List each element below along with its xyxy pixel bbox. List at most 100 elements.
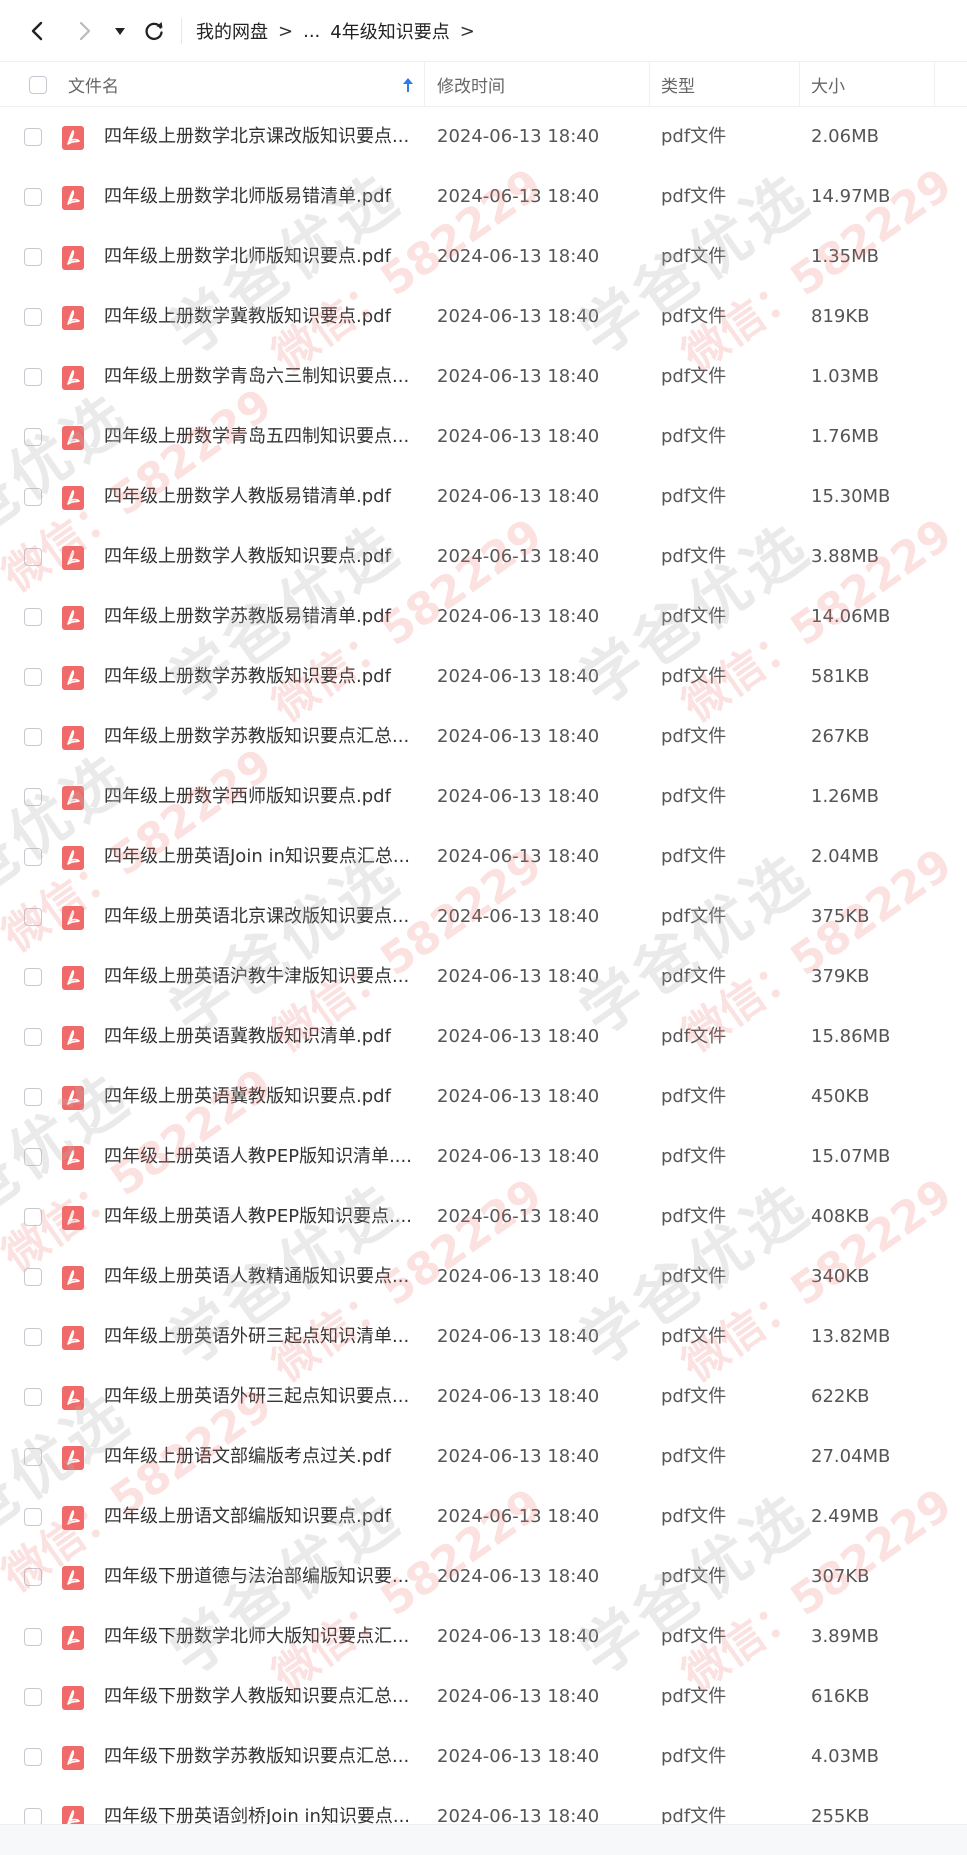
- file-name[interactable]: 四年级上册语文部编版考点过关.pdf: [104, 1427, 410, 1487]
- row-checkbox[interactable]: [24, 728, 42, 746]
- row-checkbox[interactable]: [24, 788, 42, 806]
- file-row[interactable]: 四年级上册语文部编版考点过关.pdf 2024-06-13 18:40 pdf文件 2…: [0, 1427, 967, 1487]
- file-row[interactable]: 四年级上册数学苏教版易错清单.pdf 2024-06-13 18:40 pdf文件 1…: [0, 587, 967, 647]
- file-name[interactable]: 四年级上册数学冀教版知识要点.pdf: [104, 287, 410, 347]
- file-row[interactable]: 四年级上册英语外研三起点知识要点.... 2024-06-13 18:40 pdf文…: [0, 1367, 967, 1427]
- column-type-header[interactable]: 类型: [661, 62, 695, 107]
- file-name[interactable]: 四年级上册数学人教版易错清单.pdf: [104, 467, 410, 527]
- row-checkbox[interactable]: [24, 1268, 42, 1286]
- breadcrumb-root[interactable]: 我的网盘: [196, 18, 268, 44]
- file-name[interactable]: 四年级上册语文部编版知识要点.pdf: [104, 1487, 410, 1547]
- file-row[interactable]: 四年级上册数学人教版易错清单.pdf 2024-06-13 18:40 pdf文件 1…: [0, 467, 967, 527]
- row-checkbox[interactable]: [24, 488, 42, 506]
- column-divider[interactable]: [424, 62, 425, 107]
- file-row[interactable]: 四年级上册英语冀教版知识要点.pdf 2024-06-13 18:40 pdf文件 4…: [0, 1067, 967, 1127]
- row-checkbox[interactable]: [24, 1508, 42, 1526]
- file-row[interactable]: 四年级上册数学北师版知识要点.pdf 2024-06-13 18:40 pdf文件 1…: [0, 227, 967, 287]
- file-name[interactable]: 四年级上册英语人教PEP版知识清单....: [104, 1127, 410, 1187]
- column-divider[interactable]: [799, 62, 800, 107]
- file-row[interactable]: 四年级上册英语沪教牛津版知识要点.... 2024-06-13 18:40 pdf文…: [0, 947, 967, 1007]
- row-checkbox[interactable]: [24, 1388, 42, 1406]
- breadcrumb-separator[interactable]: >: [460, 21, 475, 42]
- file-name[interactable]: 四年级上册英语人教精通版知识要点....: [104, 1247, 410, 1307]
- file-row[interactable]: 四年级下册道德与法治部编版知识要... 2024-06-13 18:40 pdf文件…: [0, 1547, 967, 1607]
- row-checkbox[interactable]: [24, 128, 42, 146]
- row-checkbox[interactable]: [24, 428, 42, 446]
- row-checkbox[interactable]: [24, 1148, 42, 1166]
- file-row[interactable]: 四年级下册数学北师大版知识要点汇... 2024-06-13 18:40 pdf文件…: [0, 1607, 967, 1667]
- column-name-header[interactable]: 文件名: [68, 62, 119, 107]
- row-checkbox[interactable]: [24, 1628, 42, 1646]
- column-modified-header[interactable]: 修改时间: [437, 62, 505, 107]
- breadcrumb-current[interactable]: 4年级知识要点: [330, 18, 449, 44]
- file-name[interactable]: 四年级上册英语冀教版知识清单.pdf: [104, 1007, 410, 1067]
- row-checkbox[interactable]: [24, 548, 42, 566]
- file-row[interactable]: 四年级上册数学西师版知识要点.pdf 2024-06-13 18:40 pdf文件 1…: [0, 767, 967, 827]
- column-size-header[interactable]: 大小: [811, 62, 845, 107]
- file-name[interactable]: 四年级上册数学苏教版易错清单.pdf: [104, 587, 410, 647]
- row-checkbox[interactable]: [24, 608, 42, 626]
- file-name[interactable]: 四年级上册数学北京课改版知识要点....: [104, 107, 410, 167]
- file-row[interactable]: 四年级上册数学苏教版知识要点.pdf 2024-06-13 18:40 pdf文件 5…: [0, 647, 967, 707]
- column-divider[interactable]: [934, 62, 935, 107]
- file-row[interactable]: 四年级上册数学北京课改版知识要点.... 2024-06-13 18:40 pdf文…: [0, 107, 967, 167]
- file-row[interactable]: 四年级上册语文部编版知识要点.pdf 2024-06-13 18:40 pdf文件 2…: [0, 1487, 967, 1547]
- file-name[interactable]: 四年级下册道德与法治部编版知识要...: [104, 1547, 410, 1607]
- row-checkbox[interactable]: [24, 908, 42, 926]
- file-name[interactable]: 四年级下册数学北师大版知识要点汇...: [104, 1607, 410, 1667]
- row-checkbox[interactable]: [24, 848, 42, 866]
- file-row[interactable]: 四年级上册数学人教版知识要点.pdf 2024-06-13 18:40 pdf文件 3…: [0, 527, 967, 587]
- file-row[interactable]: 四年级上册英语人教PEP版知识清单.... 2024-06-13 18:40 pdf…: [0, 1127, 967, 1187]
- file-name[interactable]: 四年级下册数学人教版知识要点汇总....: [104, 1667, 410, 1727]
- file-row[interactable]: 四年级上册英语Join in知识要点汇总.... 2024-06-13 18:40…: [0, 827, 967, 887]
- file-name[interactable]: 四年级上册英语外研三起点知识清单....: [104, 1307, 410, 1367]
- row-checkbox[interactable]: [24, 248, 42, 266]
- row-checkbox[interactable]: [24, 1568, 42, 1586]
- row-checkbox[interactable]: [24, 1088, 42, 1106]
- breadcrumb-ellipsis[interactable]: ...: [303, 21, 320, 42]
- file-name[interactable]: 四年级上册英语北京课改版知识要点....: [104, 887, 410, 947]
- file-row[interactable]: 四年级上册英语北京课改版知识要点.... 2024-06-13 18:40 pdf文…: [0, 887, 967, 947]
- refresh-button[interactable]: [140, 17, 168, 45]
- file-name[interactable]: 四年级上册英语沪教牛津版知识要点....: [104, 947, 410, 1007]
- file-row[interactable]: 四年级下册数学人教版知识要点汇总.... 2024-06-13 18:40 pdf文…: [0, 1667, 967, 1727]
- file-name[interactable]: 四年级上册数学青岛六三制知识要点....: [104, 347, 410, 407]
- file-name[interactable]: 四年级上册数学苏教版知识要点汇总....: [104, 707, 410, 767]
- column-divider[interactable]: [649, 62, 650, 107]
- file-row[interactable]: 四年级上册英语冀教版知识清单.pdf 2024-06-13 18:40 pdf文件 1…: [0, 1007, 967, 1067]
- row-checkbox[interactable]: [24, 368, 42, 386]
- select-all-checkbox-cell[interactable]: [29, 62, 47, 107]
- back-button[interactable]: [24, 17, 52, 45]
- file-row[interactable]: 四年级上册数学北师版易错清单.pdf 2024-06-13 18:40 pdf文件 1…: [0, 167, 967, 227]
- row-checkbox[interactable]: [24, 1028, 42, 1046]
- row-checkbox[interactable]: [24, 968, 42, 986]
- select-all-checkbox[interactable]: [29, 75, 47, 94]
- file-row[interactable]: 四年级下册数学苏教版知识要点汇总.... 2024-06-13 18:40 pdf文…: [0, 1727, 967, 1787]
- file-name[interactable]: 四年级下册数学苏教版知识要点汇总....: [104, 1727, 410, 1787]
- row-checkbox[interactable]: [24, 1748, 42, 1766]
- file-name[interactable]: 四年级上册英语外研三起点知识要点....: [104, 1367, 410, 1427]
- file-name[interactable]: 四年级上册数学北师版易错清单.pdf: [104, 167, 410, 227]
- file-row[interactable]: 四年级上册数学苏教版知识要点汇总.... 2024-06-13 18:40 pdf文…: [0, 707, 967, 767]
- row-checkbox[interactable]: [24, 1208, 42, 1226]
- file-name[interactable]: 四年级上册数学北师版知识要点.pdf: [104, 227, 410, 287]
- file-name[interactable]: 四年级上册英语Join in知识要点汇总....: [104, 827, 410, 887]
- file-name[interactable]: 四年级上册数学苏教版知识要点.pdf: [104, 647, 410, 707]
- file-row[interactable]: 四年级上册数学冀教版知识要点.pdf 2024-06-13 18:40 pdf文件 8…: [0, 287, 967, 347]
- sort-ascending-button[interactable]: [402, 62, 414, 107]
- row-checkbox[interactable]: [24, 1328, 42, 1346]
- file-row[interactable]: 四年级上册数学青岛六三制知识要点.... 2024-06-13 18:40 pdf文…: [0, 347, 967, 407]
- file-row[interactable]: 四年级上册英语人教PEP版知识要点.... 2024-06-13 18:40 pdf…: [0, 1187, 967, 1247]
- file-row[interactable]: 四年级上册数学青岛五四制知识要点.... 2024-06-13 18:40 pdf文…: [0, 407, 967, 467]
- row-checkbox[interactable]: [24, 1448, 42, 1466]
- forward-button[interactable]: [70, 17, 98, 45]
- row-checkbox[interactable]: [24, 188, 42, 206]
- file-row[interactable]: 四年级上册英语人教精通版知识要点.... 2024-06-13 18:40 pdf文…: [0, 1247, 967, 1307]
- file-name[interactable]: 四年级上册数学青岛五四制知识要点....: [104, 407, 410, 467]
- file-row[interactable]: 四年级上册英语外研三起点知识清单.... 2024-06-13 18:40 pdf文…: [0, 1307, 967, 1367]
- file-name[interactable]: 四年级上册英语冀教版知识要点.pdf: [104, 1067, 410, 1127]
- history-dropdown-button[interactable]: [110, 17, 130, 45]
- file-name[interactable]: 四年级上册数学西师版知识要点.pdf: [104, 767, 410, 827]
- file-name[interactable]: 四年级上册英语人教PEP版知识要点....: [104, 1187, 410, 1247]
- row-checkbox[interactable]: [24, 668, 42, 686]
